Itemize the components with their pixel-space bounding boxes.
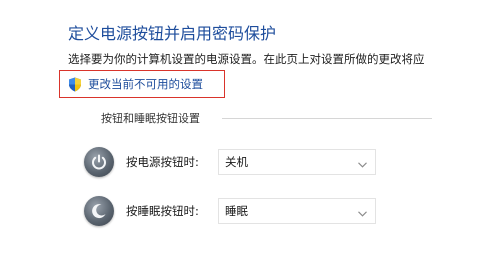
power-button-row: 按电源按钮时: 关机 <box>84 147 376 177</box>
power-button-selected-value: 关机 <box>225 155 248 169</box>
sleep-button-dropdown[interactable]: 睡眠 <box>218 198 376 224</box>
section-divider <box>222 118 432 119</box>
power-button-dropdown[interactable]: 关机 <box>218 149 376 175</box>
power-button-label: 按电源按钮时: <box>126 155 199 169</box>
sleep-button-selected-value: 睡眠 <box>225 204 248 218</box>
sleep-moon-icon <box>84 196 114 226</box>
change-unavailable-settings-link[interactable]: 更改当前不可用的设置 <box>68 76 203 92</box>
chevron-down-icon <box>358 202 367 221</box>
sleep-button-row: 按睡眠按钮时: 睡眠 <box>84 196 376 226</box>
power-icon <box>84 147 114 177</box>
change-link-label: 更改当前不可用的设置 <box>88 77 203 91</box>
section-header: 按钮和睡眠按钮设置 <box>101 112 200 125</box>
page-title: 定义电源按钮并启用密码保护 <box>68 24 277 43</box>
sleep-button-label: 按睡眠按钮时: <box>126 204 199 218</box>
chevron-down-icon <box>358 153 367 172</box>
shield-icon <box>68 77 82 92</box>
page-subtitle: 选择要为你的计算机设置的电源设置。在此页上对设置所做的更改将应 <box>68 52 425 66</box>
